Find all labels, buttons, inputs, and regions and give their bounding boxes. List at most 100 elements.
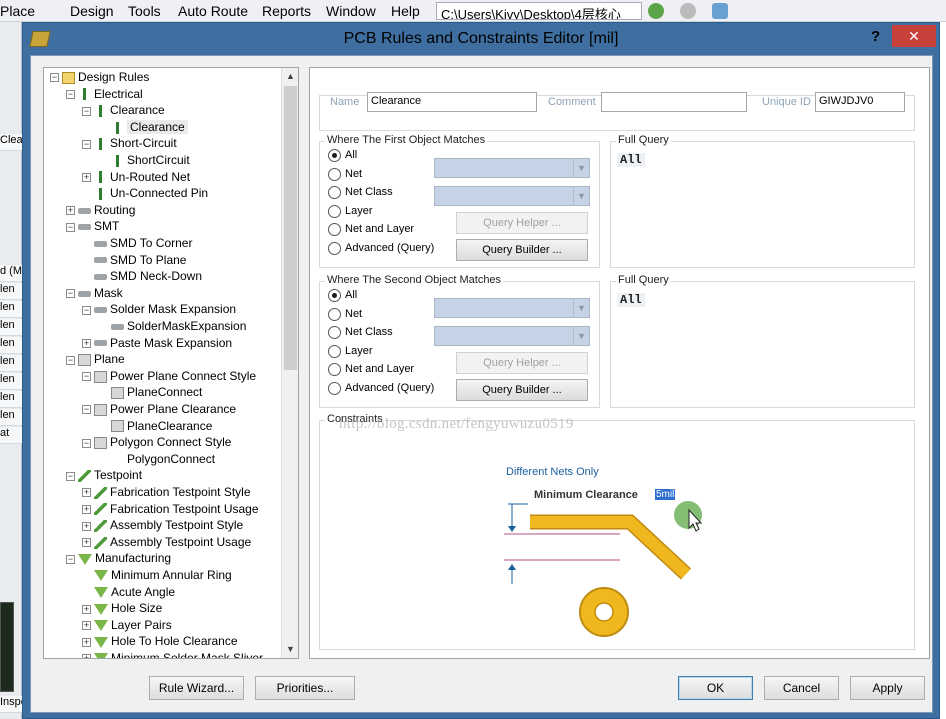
tree-item[interactable]: + Paste Mask Expansion: [82, 335, 232, 351]
comment-field[interactable]: [601, 92, 747, 112]
expand-icon[interactable]: +: [82, 538, 91, 548]
tree-item[interactable]: + Assembly Testpoint Style: [82, 517, 243, 533]
first-class-combo[interactable]: ▼: [434, 186, 590, 206]
scope-label[interactable]: Different Nets Only: [506, 466, 599, 478]
ok-button[interactable]: OK: [678, 676, 753, 700]
tree-item[interactable]: − Testpoint: [66, 467, 142, 483]
expand-icon[interactable]: +: [82, 338, 91, 348]
tree-item[interactable]: − Power Plane Connect Style: [82, 368, 256, 384]
second-class-combo[interactable]: ▼: [434, 326, 590, 346]
first-query-helper-button[interactable]: Query Helper ...: [456, 212, 588, 234]
help-icon[interactable]: ?: [871, 28, 880, 45]
tree-item[interactable]: PlaneConnect: [99, 384, 202, 400]
tree-item[interactable]: − Clearance: [82, 102, 165, 118]
tree-item[interactable]: − Power Plane Clearance: [82, 401, 236, 417]
rule-wizard-button[interactable]: Rule Wizard...: [149, 676, 244, 700]
scroll-down-icon[interactable]: ▼: [286, 644, 295, 654]
collapse-icon[interactable]: −: [82, 106, 91, 116]
tree-item[interactable]: − SMT: [66, 218, 119, 234]
tree-item[interactable]: + Minimum Solder Mask Sliver: [82, 650, 263, 658]
tree-item[interactable]: − Manufacturing: [66, 550, 171, 566]
min-clearance-value[interactable]: 5mil: [655, 489, 676, 500]
expand-icon[interactable]: +: [66, 206, 75, 216]
path-combo[interactable]: C:\Users\Kivy\Desktop\4层核心: [436, 2, 642, 20]
collapse-icon[interactable]: −: [50, 73, 59, 83]
tree-item[interactable]: SMD To Plane: [82, 252, 186, 268]
second-query-builder-button[interactable]: Query Builder ...: [456, 379, 588, 401]
first-radio[interactable]: [328, 149, 341, 162]
expand-icon[interactable]: +: [82, 604, 91, 614]
tree-item[interactable]: − Mask: [66, 285, 123, 301]
expand-icon[interactable]: +: [82, 172, 91, 182]
tree-item[interactable]: + Fabrication Testpoint Style: [82, 484, 251, 500]
collapse-icon[interactable]: −: [82, 139, 91, 149]
scroll-thumb[interactable]: [284, 86, 297, 370]
tree-item[interactable]: − Short-Circuit: [82, 135, 177, 151]
tree-item[interactable]: − Solder Mask Expansion: [82, 301, 236, 317]
collapse-icon[interactable]: −: [82, 438, 91, 448]
second-radio[interactable]: [328, 289, 341, 302]
second-query-helper-button[interactable]: Query Helper ...: [456, 352, 588, 374]
cancel-button[interactable]: Cancel: [764, 676, 839, 700]
menu-help[interactable]: Help: [391, 3, 420, 19]
tree-scrollbar[interactable]: ▲ ▼: [281, 68, 298, 658]
apply-button[interactable]: Apply: [850, 676, 925, 700]
tree-item[interactable]: PolygonConnect: [99, 451, 215, 467]
expand-icon[interactable]: +: [82, 488, 91, 498]
collapse-icon[interactable]: −: [66, 222, 75, 232]
tree-item[interactable]: + Hole Size: [82, 600, 162, 616]
first-radio[interactable]: [328, 204, 341, 218]
expand-icon[interactable]: +: [82, 521, 91, 531]
first-net-combo[interactable]: ▼: [434, 158, 590, 178]
unique-id-field[interactable]: GIWJDJV0: [815, 92, 905, 112]
tree-item[interactable]: Un-Connected Pin: [82, 185, 208, 201]
tree-item[interactable]: Clearance: [99, 119, 188, 135]
tree-item[interactable]: + Assembly Testpoint Usage: [82, 534, 251, 550]
tree-item[interactable]: + Routing: [66, 202, 135, 218]
second-radio[interactable]: [328, 382, 341, 395]
expand-icon[interactable]: +: [82, 637, 91, 647]
expand-icon[interactable]: +: [82, 621, 91, 631]
second-radio[interactable]: [328, 344, 341, 358]
collapse-icon[interactable]: −: [66, 289, 75, 299]
second-radio[interactable]: [328, 307, 341, 321]
tree-item[interactable]: ShortCircuit: [99, 152, 190, 168]
tree-item[interactable]: − Polygon Connect Style: [82, 434, 231, 450]
first-radio[interactable]: [328, 242, 341, 255]
tree-item[interactable]: + Hole To Hole Clearance: [82, 633, 238, 649]
tree-item[interactable]: Acute Angle: [82, 584, 175, 600]
menu-design[interactable]: Design: [70, 3, 114, 19]
tree-item[interactable]: − Electrical: [66, 86, 143, 102]
second-net-combo[interactable]: ▼: [434, 298, 590, 318]
menu-window[interactable]: Window: [326, 3, 376, 19]
priorities-button[interactable]: Priorities...: [255, 676, 355, 700]
collapse-icon[interactable]: −: [66, 89, 75, 99]
collapse-icon[interactable]: −: [82, 405, 91, 415]
expand-icon[interactable]: +: [82, 504, 91, 514]
collapse-icon[interactable]: −: [82, 305, 91, 315]
tree-item[interactable]: − Plane: [66, 351, 125, 367]
tree-item[interactable]: + Un-Routed Net: [82, 169, 190, 185]
forward-icon[interactable]: [680, 3, 696, 19]
tree-item[interactable]: Minimum Annular Ring: [82, 567, 232, 583]
dialog-titlebar[interactable]: PCB Rules and Constraints Editor [mil] ?…: [23, 23, 939, 55]
expand-icon[interactable]: +: [82, 654, 91, 658]
rules-tree[interactable]: − Design Rules − Electrical − Clearance Cleara…: [43, 67, 299, 659]
tree-item[interactable]: SolderMaskExpansion: [99, 318, 246, 334]
menu-place[interactable]: Place: [0, 3, 35, 19]
collapse-icon[interactable]: −: [82, 372, 91, 382]
collapse-icon[interactable]: −: [66, 355, 75, 365]
close-button[interactable]: ✕: [892, 25, 936, 47]
name-field[interactable]: Clearance: [367, 92, 537, 112]
tree-item[interactable]: − Design Rules: [50, 69, 149, 85]
home-icon[interactable]: [712, 3, 728, 19]
tree-item[interactable]: SMD To Corner: [82, 235, 192, 251]
tree-item[interactable]: SMD Neck-Down: [82, 268, 202, 284]
tree-item[interactable]: + Fabrication Testpoint Usage: [82, 501, 259, 517]
back-icon[interactable]: [648, 3, 664, 19]
menu-reports[interactable]: Reports: [262, 3, 311, 19]
first-query-builder-button[interactable]: Query Builder ...: [456, 239, 588, 261]
tree-item[interactable]: + Layer Pairs: [82, 617, 172, 633]
scroll-up-icon[interactable]: ▲: [286, 71, 295, 81]
menu-auto-route[interactable]: Auto Route: [178, 3, 248, 19]
